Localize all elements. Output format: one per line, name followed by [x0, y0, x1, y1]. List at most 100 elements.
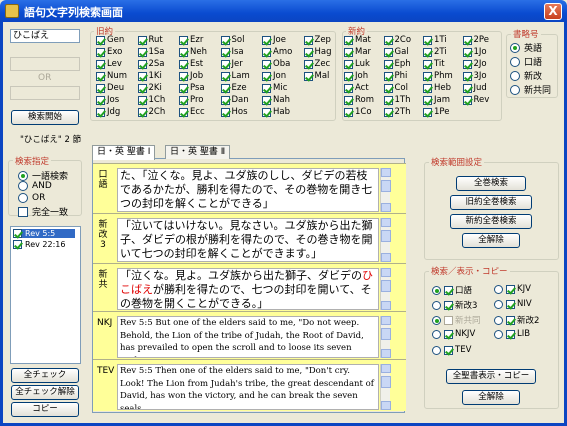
- checkbox-tick[interactable]: [344, 95, 353, 105]
- book-checkbox-phm[interactable]: Phm: [423, 71, 453, 82]
- abbrev-radio[interactable]: [510, 42, 520, 53]
- display-button-1[interactable]: 全聖書表示・コピー: [446, 369, 536, 384]
- book-checkbox-rom[interactable]: Rom: [344, 95, 374, 106]
- verse-text[interactable]: Rev 5:5 Then one of the elders said to m…: [117, 364, 379, 410]
- verse-text[interactable]: 「泣いてはいけない。見なさい。ユダ族から出た獅子、ダビデの根が勝利を得たので、そ…: [117, 218, 379, 262]
- checkbox-tick[interactable]: [423, 71, 432, 81]
- checkbox-tick[interactable]: [220, 47, 230, 57]
- scroll-down-arrow[interactable]: [381, 253, 391, 262]
- checkbox-tick[interactable]: [137, 107, 147, 117]
- book-checkbox-num[interactable]: Num: [96, 71, 127, 82]
- book-checkbox-mar[interactable]: Mar: [344, 47, 371, 58]
- exact-match-checkbox[interactable]: [18, 206, 28, 217]
- tab-bible-2[interactable]: 日・英 聖書 Ⅱ: [165, 145, 231, 159]
- abbrev-option[interactable]: 口語: [510, 55, 542, 68]
- checkbox-tick[interactable]: [179, 35, 188, 45]
- book-checkbox-1ki[interactable]: 1Ki: [137, 71, 162, 82]
- search-mode-radio[interactable]: [18, 181, 28, 191]
- checkbox-tick[interactable]: [344, 47, 353, 57]
- list-item[interactable]: Rev 22:16: [13, 240, 65, 249]
- book-checkbox-jos[interactable]: Jos: [96, 95, 119, 106]
- version-checkbox[interactable]: [506, 315, 515, 325]
- checkbox-tick[interactable]: [179, 107, 188, 117]
- display-version-option[interactable]: 口語: [432, 284, 472, 296]
- checkbox-tick[interactable]: [137, 59, 147, 69]
- book-checkbox-3jo[interactable]: 3Jo: [462, 71, 487, 82]
- checkbox-tick[interactable]: [220, 71, 230, 81]
- checkbox-tick[interactable]: [462, 95, 472, 105]
- checkbox-tick[interactable]: [462, 35, 472, 45]
- keyword-input-1[interactable]: ひこばえ: [10, 29, 80, 43]
- book-checkbox-jdg[interactable]: Jdg: [96, 107, 120, 118]
- verse-text[interactable]: た、「泣くな。見よ、ユダ族のしし、ダビデの若枝であるかたが、勝利を得たので、その…: [117, 168, 379, 212]
- result-list[interactable]: Rev 5:5 Rev 22:16: [10, 226, 81, 364]
- book-checkbox-2sa[interactable]: 2Sa: [137, 59, 165, 70]
- checkbox-tick[interactable]: [383, 59, 393, 69]
- book-checkbox-col[interactable]: Col: [383, 83, 408, 94]
- book-checkbox-joh[interactable]: Joh: [344, 71, 368, 82]
- abbrev-option[interactable]: 新改: [510, 69, 542, 82]
- checkbox-tick[interactable]: [220, 35, 230, 45]
- book-checkbox-act[interactable]: Act: [344, 83, 369, 94]
- book-checkbox-lev[interactable]: Lev: [96, 59, 122, 70]
- checkbox-tick[interactable]: [220, 59, 230, 69]
- abbrev-radio[interactable]: [510, 56, 520, 67]
- checkbox-tick[interactable]: [303, 47, 313, 57]
- book-checkbox-dan[interactable]: Dan: [220, 95, 249, 106]
- checkbox-tick[interactable]: [179, 59, 188, 69]
- scroll-up-arrow[interactable]: [381, 218, 391, 227]
- scroll-up-arrow[interactable]: [381, 364, 391, 373]
- verse-text[interactable]: Rev 5:5 But one of the elders said to me…: [117, 316, 379, 358]
- uncheck-all-button[interactable]: 全チェック解除: [11, 385, 79, 400]
- checkbox-tick[interactable]: [96, 107, 105, 117]
- book-checkbox-1pe[interactable]: 1Pe: [423, 107, 449, 118]
- checkbox-tick[interactable]: [179, 47, 188, 57]
- version-radio[interactable]: [494, 299, 503, 309]
- checkbox-tick[interactable]: [96, 47, 105, 57]
- close-button[interactable]: X: [544, 3, 562, 20]
- book-checkbox-2co[interactable]: 2Co: [383, 35, 411, 46]
- book-checkbox-isa[interactable]: Isa: [220, 47, 244, 58]
- book-checkbox-joe[interactable]: Joe: [262, 35, 286, 46]
- checkbox-tick[interactable]: [262, 47, 271, 57]
- book-checkbox-1co[interactable]: 1Co: [344, 107, 372, 118]
- book-checkbox-luk[interactable]: Luk: [344, 59, 370, 70]
- checkbox-tick[interactable]: [383, 107, 393, 117]
- book-checkbox-2pe[interactable]: 2Pe: [462, 35, 489, 46]
- checkbox-tick[interactable]: [262, 107, 271, 117]
- book-checkbox-1ch[interactable]: 1Ch: [137, 95, 165, 106]
- version-radio[interactable]: [494, 284, 503, 294]
- book-checkbox-nah[interactable]: Nah: [262, 95, 290, 106]
- search-mode-option[interactable]: OR: [18, 193, 45, 204]
- version-checkbox[interactable]: [506, 299, 515, 309]
- book-checkbox-deu[interactable]: Deu: [96, 83, 124, 94]
- book-checkbox-2th[interactable]: 2Th: [383, 107, 411, 118]
- scroll-up-arrow[interactable]: [381, 268, 391, 277]
- book-checkbox-amo[interactable]: Amo: [262, 47, 292, 58]
- version-radio[interactable]: [432, 329, 441, 339]
- book-checkbox-1jo[interactable]: 1Jo: [462, 47, 487, 58]
- book-checkbox-mic[interactable]: Mic: [262, 83, 287, 94]
- checkbox-tick[interactable]: [462, 83, 472, 93]
- checkbox-tick[interactable]: [96, 35, 105, 45]
- checkbox-tick[interactable]: [423, 35, 432, 45]
- checkbox-tick[interactable]: [262, 35, 271, 45]
- checkbox-tick[interactable]: [344, 107, 353, 117]
- scroll-thumb[interactable]: [381, 280, 391, 292]
- search-mode-radio[interactable]: [18, 170, 28, 181]
- checkbox-tick[interactable]: [137, 83, 147, 93]
- checkbox-tick[interactable]: [383, 47, 393, 57]
- version-radio[interactable]: [432, 300, 441, 310]
- book-checkbox-jam[interactable]: Jam: [423, 95, 450, 106]
- book-checkbox-eze[interactable]: Eze: [220, 83, 247, 94]
- scroll-down-arrow[interactable]: [381, 301, 391, 310]
- version-checkbox[interactable]: [506, 329, 515, 339]
- abbrev-option[interactable]: 新共同: [510, 83, 551, 96]
- book-checkbox-hag[interactable]: Hag: [303, 47, 332, 58]
- checkbox-tick[interactable]: [462, 47, 472, 57]
- checkbox-tick[interactable]: [262, 59, 271, 69]
- scroll-thumb[interactable]: [381, 328, 391, 340]
- scroll-thumb[interactable]: [381, 376, 391, 388]
- book-checkbox-2jo[interactable]: 2Jo: [462, 59, 487, 70]
- exact-match-option[interactable]: 完全一致: [18, 205, 68, 218]
